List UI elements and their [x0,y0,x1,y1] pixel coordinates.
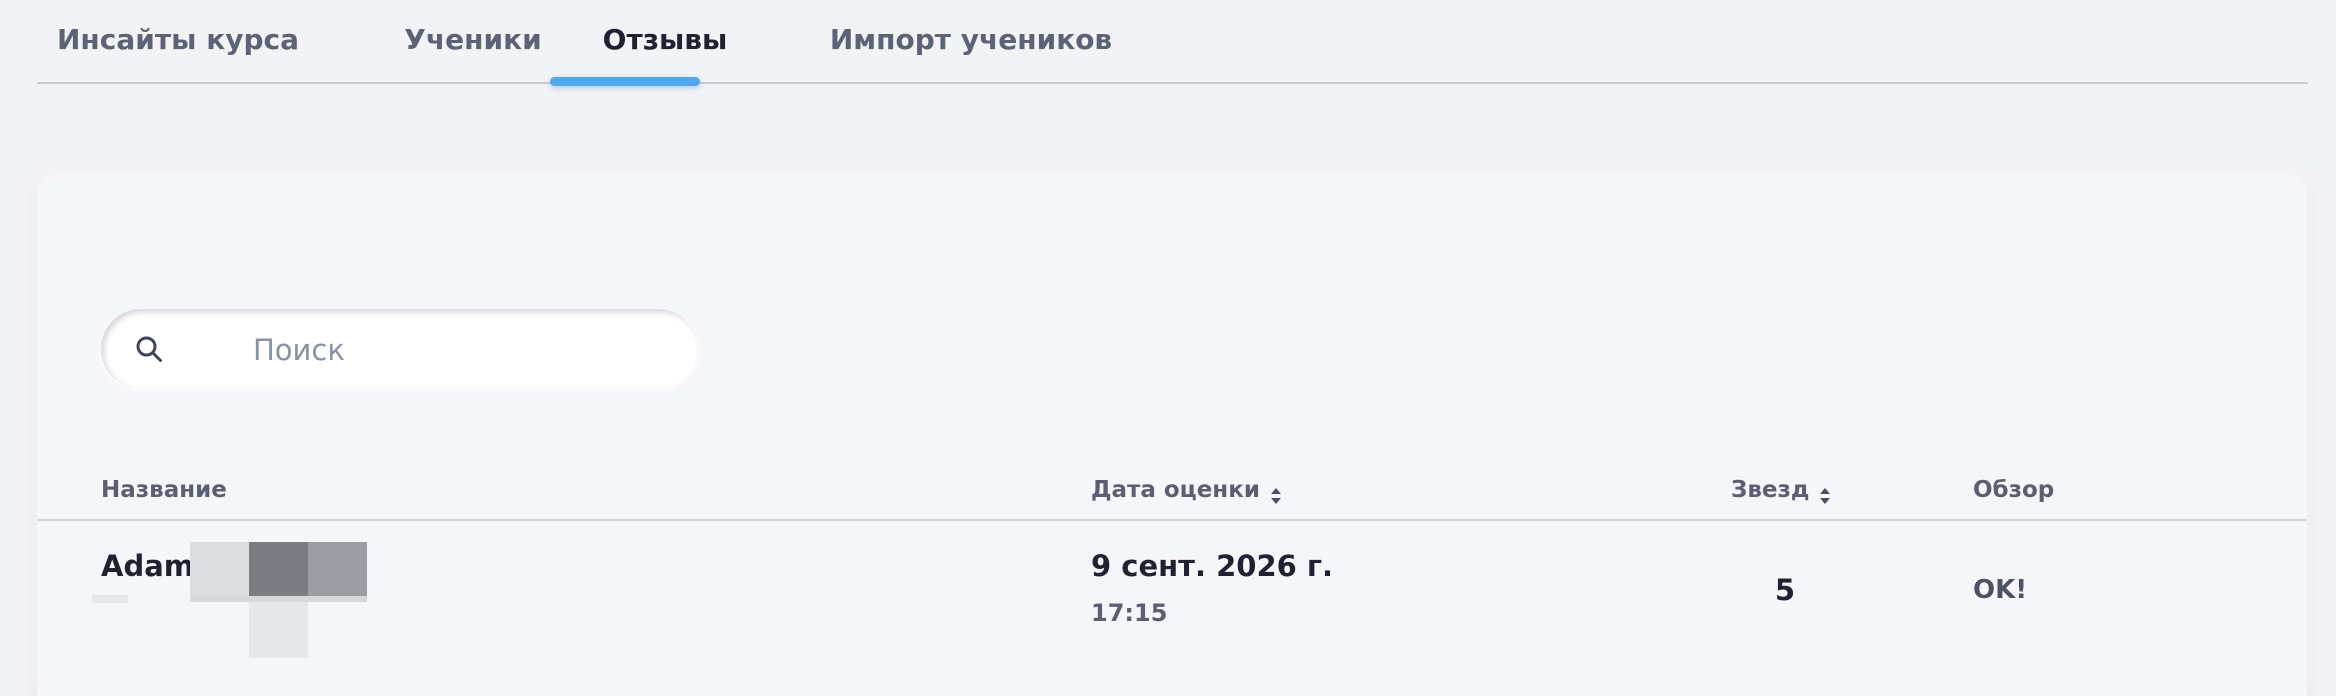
column-header-name: Название [101,470,227,510]
sort-updown-icon[interactable] [1270,480,1282,504]
search-input[interactable] [251,309,675,391]
sort-updown-icon[interactable] [1819,480,1831,504]
tab-import-students[interactable]: Импорт учеников [819,14,1123,66]
column-header-stars-label: Звезд [1731,477,1810,503]
review-date: 9 сент. 2026 г. [1091,549,1334,583]
review-time: 17:15 [1091,599,1168,627]
active-tab-indicator [550,77,700,86]
header-divider [37,519,2307,521]
review-text: OK! [1973,575,2028,605]
column-header-review: Обзор [1973,470,2054,510]
student-name: Adam [101,549,194,583]
star-count: 5 [1774,573,1796,607]
tab-students[interactable]: Ученики [375,14,571,66]
tab-course-insights[interactable]: Инсайты курса [53,14,303,66]
column-header-name-label: Название [101,477,227,503]
reviews-card: Название Дата оценки Звезд Обзор Adam 9 [37,176,2307,696]
column-header-stars[interactable]: Звезд [1731,470,1831,510]
column-header-review-label: Обзор [1973,477,2055,503]
tab-bar: Инсайты курса Ученики Отзывы Импорт учен… [37,0,2308,84]
column-header-date[interactable]: Дата оценки [1091,470,1282,510]
search-box[interactable] [101,309,698,391]
tab-reviews[interactable]: Отзывы [595,14,735,66]
search-icon [135,335,163,363]
column-header-date-label: Дата оценки [1091,477,1260,503]
